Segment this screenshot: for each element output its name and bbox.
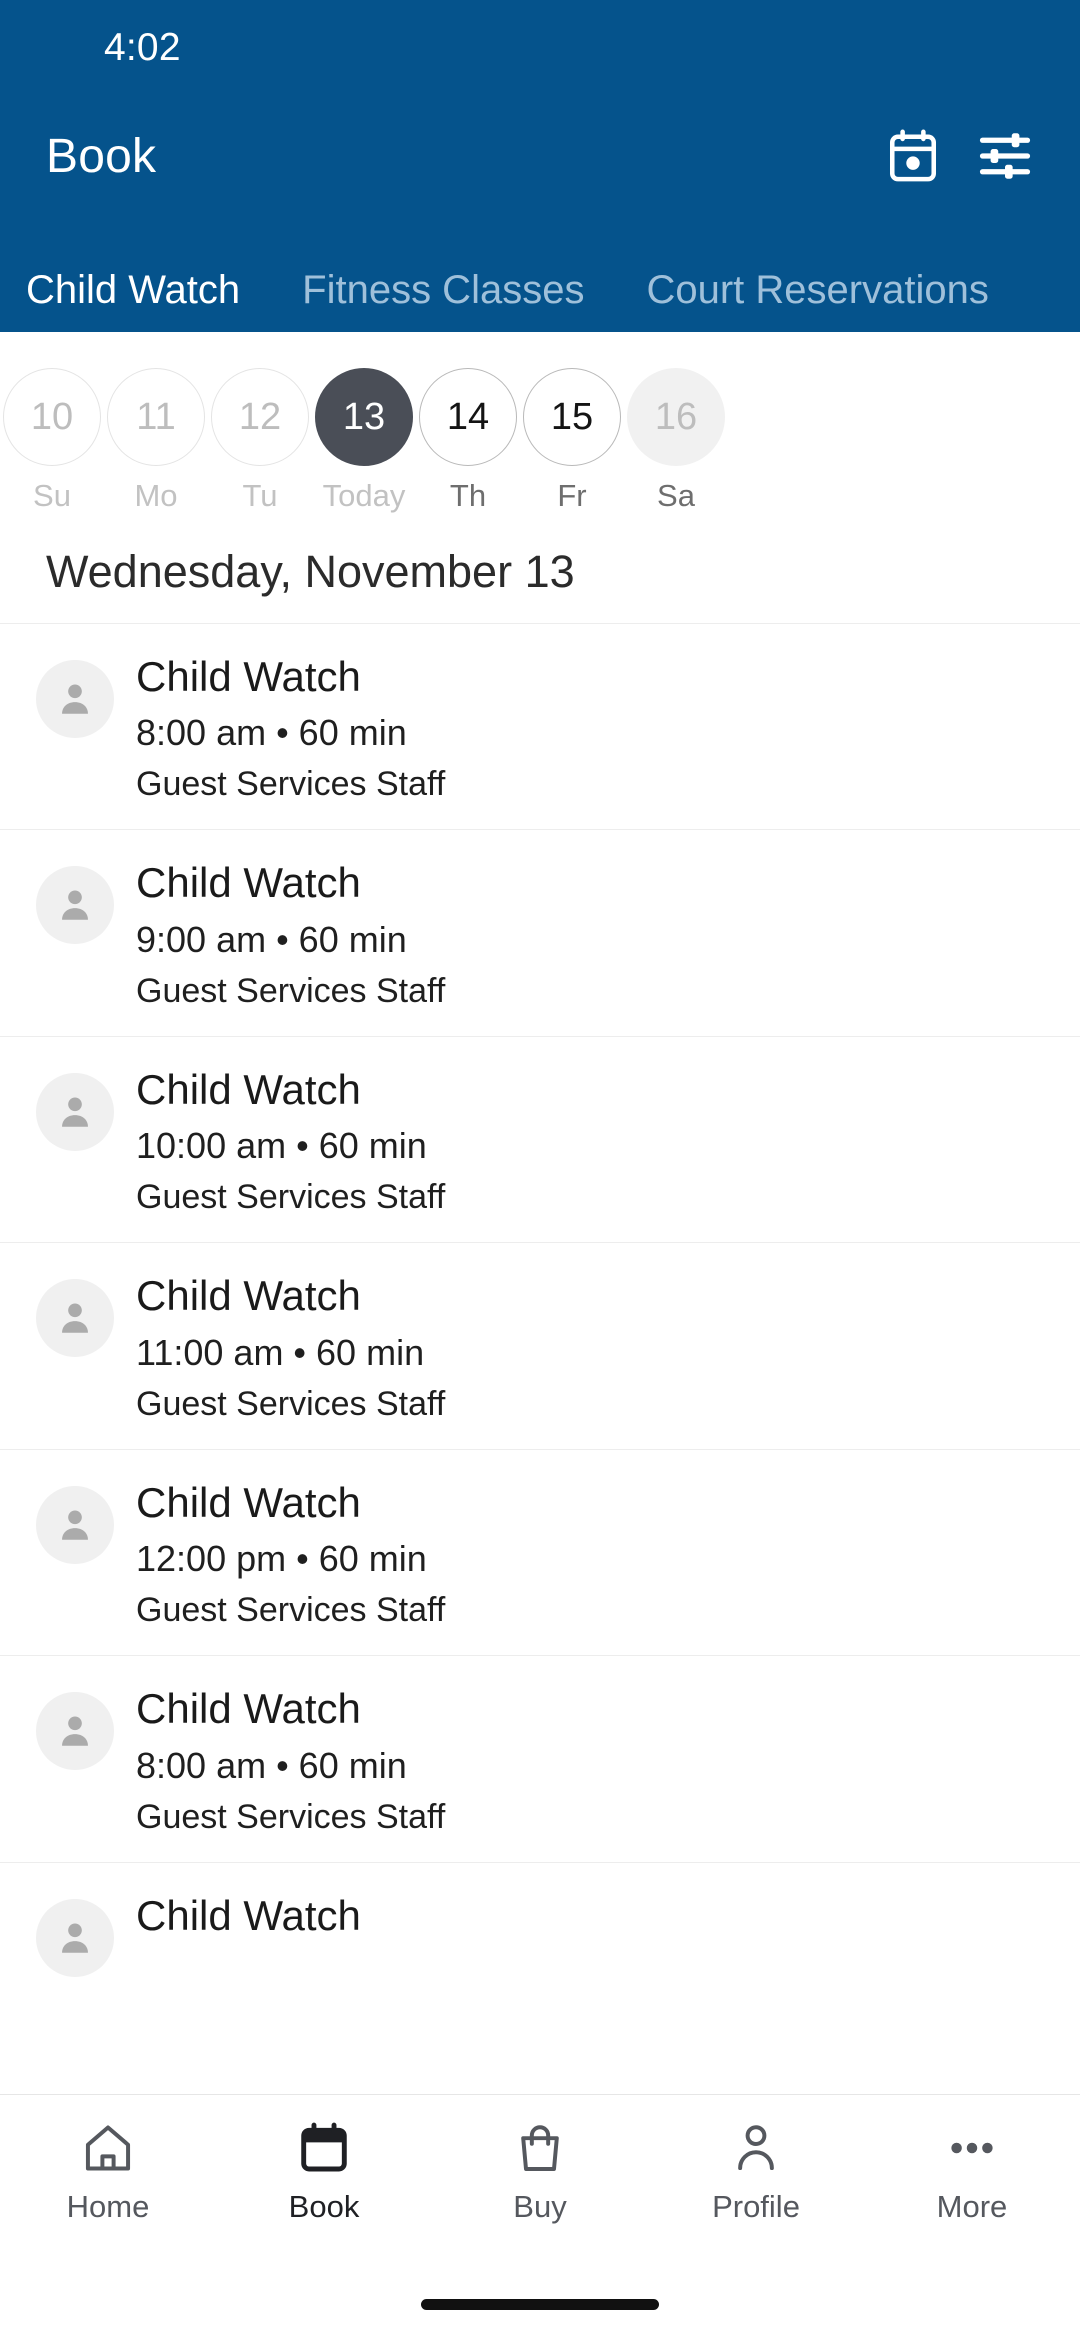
nav-label: Home [66,2189,150,2224]
person-icon [728,2117,784,2179]
session-staff: Guest Services Staff [136,1591,446,1630]
date-weekday: Th [449,478,487,513]
list-item-text: Child Watch [136,1891,1040,1951]
avatar [36,866,114,945]
nav-item-profile[interactable]: Profile [648,2117,864,2222]
nav-label: More [936,2189,1008,2224]
app-bar: Book [0,96,1080,216]
home-icon [80,2117,136,2179]
session-title: Child Watch [136,859,361,907]
date-weekday: Su [33,478,71,513]
session-time: 8:00 am • 60 min [136,1744,407,1786]
date-weekday: Fr [557,478,587,513]
session-list: Child Watch 8:00 am • 60 min Guest Servi… [0,622,1080,2095]
category-tabs: Child Watch Fitness Classes Court Reserv… [0,216,1080,332]
app-header: 4:02 Book Child Watch Fitness Classes Co… [0,0,1080,332]
date-cell-10[interactable]: 10 Su [0,368,104,511]
session-title: Child Watch [136,1891,361,1939]
avatar [36,659,114,738]
list-item-text: Child Watch 12:00 pm • 60 min Guest Serv… [136,1478,1040,1632]
date-number: 16 [627,368,725,466]
date-weekday: Mo [134,478,178,513]
list-item[interactable]: Child Watch 10:00 am • 60 min Guest Serv… [0,1035,1080,1243]
date-cell-15[interactable]: 15 Fr [520,368,624,511]
status-bar-clock: 4:02 [104,26,181,69]
home-indicator[interactable] [421,2298,659,2310]
list-item-text: Child Watch 8:00 am • 60 min Guest Servi… [136,1684,1040,1838]
date-weekday: Tu [242,478,278,513]
session-title: Child Watch [136,1478,361,1526]
session-time: 9:00 am • 60 min [136,918,407,960]
session-staff: Guest Services Staff [136,1384,446,1423]
selected-day-heading: Wednesday, November 13 [46,546,575,597]
session-time: 8:00 am • 60 min [136,712,407,754]
date-cell-13-today[interactable]: 13 Today [312,368,416,511]
session-time: 10:00 am • 60 min [136,1125,427,1167]
nav-item-home[interactable]: Home [0,2117,216,2222]
nav-item-buy[interactable]: Buy [432,2117,648,2222]
list-item-text: Child Watch 9:00 am • 60 min Guest Servi… [136,858,1040,1012]
nav-label: Buy [513,2189,567,2224]
list-item-text: Child Watch 10:00 am • 60 min Guest Serv… [136,1065,1040,1219]
calendar-icon[interactable] [882,125,944,187]
more-icon [944,2117,1000,2179]
session-title: Child Watch [136,1272,361,1320]
tab-court-reservations[interactable]: Court Reservations [646,270,988,310]
nav-item-book[interactable]: Book [216,2117,432,2222]
app-screen: 4:02 Book Child Watch Fitness Classes Co… [0,0,1080,2340]
list-item[interactable]: Child Watch [0,1861,1080,2001]
list-item-text: Child Watch 8:00 am • 60 min Guest Servi… [136,652,1040,806]
bag-icon [512,2117,568,2179]
list-item-text: Child Watch 11:00 am • 60 min Guest Serv… [136,1271,1040,1425]
date-weekday: Sa [657,478,695,513]
list-item[interactable]: Child Watch 8:00 am • 60 min Guest Servi… [0,622,1080,830]
tab-fitness-classes[interactable]: Fitness Classes [302,270,584,310]
list-item[interactable]: Child Watch 12:00 pm • 60 min Guest Serv… [0,1448,1080,1656]
avatar [36,1279,114,1358]
session-staff: Guest Services Staff [136,1797,446,1836]
date-cell-16[interactable]: 16 Sa [624,368,728,511]
nav-item-more[interactable]: More [864,2117,1080,2222]
date-cell-12[interactable]: 12 Tu [208,368,312,511]
avatar [36,1072,114,1151]
session-staff: Guest Services Staff [136,765,446,804]
session-title: Child Watch [136,1685,361,1733]
nav-label: Profile [712,2189,800,2224]
status-bar: 4:02 [0,0,1080,96]
date-weekday: Today [322,478,406,513]
app-bar-actions [882,125,1036,187]
session-time: 11:00 am • 60 min [136,1331,425,1373]
date-number: 15 [523,368,621,466]
bottom-navigation: Home Book Buy Profile More [0,2094,1080,2268]
session-time: 12:00 pm • 60 min [136,1538,427,1580]
page-title: Book [46,129,157,183]
date-number: 13 [315,368,413,466]
home-indicator-area [0,2268,1080,2340]
list-item[interactable]: Child Watch 11:00 am • 60 min Guest Serv… [0,1242,1080,1449]
date-number: 10 [3,368,101,466]
session-staff: Guest Services Staff [136,971,446,1010]
avatar [36,1898,114,1977]
nav-label: Book [288,2189,360,2224]
filter-icon[interactable] [974,125,1036,187]
session-title: Child Watch [136,652,361,700]
list-item[interactable]: Child Watch 8:00 am • 60 min Guest Servi… [0,1655,1080,1862]
avatar [36,1485,114,1564]
date-number: 11 [107,368,205,466]
date-number: 14 [419,368,517,466]
date-strip: 10 Su 11 Mo 12 Tu 13 Today 14 Th 15 Fr 1… [0,332,1080,521]
tab-child-watch[interactable]: Child Watch [26,270,240,310]
avatar [36,1692,114,1771]
list-item[interactable]: Child Watch 9:00 am • 60 min Guest Servi… [0,829,1080,1036]
session-staff: Guest Services Staff [136,1178,446,1217]
date-number: 12 [211,368,309,466]
date-cell-14[interactable]: 14 Th [416,368,520,511]
calendar-icon [296,2117,352,2179]
session-title: Child Watch [136,1065,361,1113]
date-cell-11[interactable]: 11 Mo [104,368,208,511]
